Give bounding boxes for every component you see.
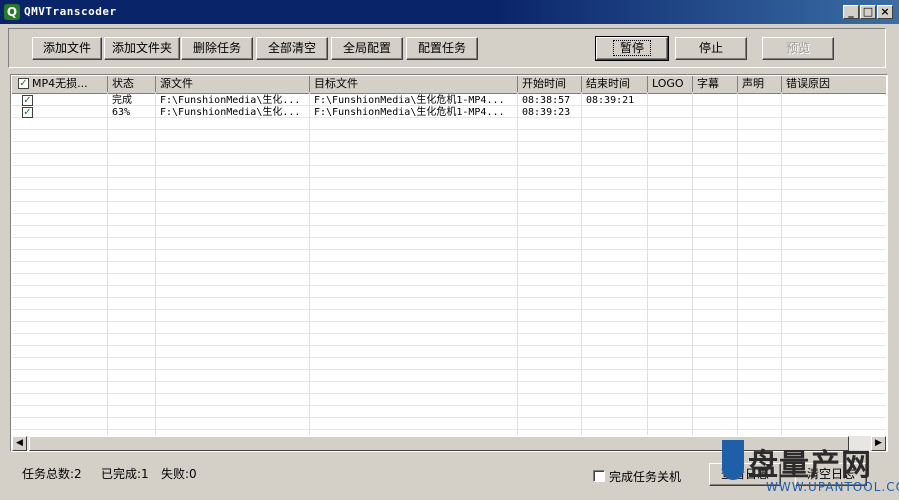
cell-end-time — [582, 106, 648, 119]
grid-row-line — [12, 357, 886, 358]
grid-row-line — [12, 273, 886, 274]
pause-button[interactable]: 暂停 — [595, 36, 669, 61]
watermark-text: 盘量产网 — [748, 448, 872, 483]
row-checkbox[interactable]: ✓ — [22, 107, 33, 118]
table-header: MP4无损... ✓ 状态 源文件 目标文件 开始时间 结束时间 LOGO 字幕… — [12, 76, 886, 94]
cell-start-time: 08:39:23 — [522, 107, 571, 118]
grid-row-line — [12, 129, 886, 130]
watermark-url: WWW.UPANTOOL.COM — [766, 480, 899, 494]
grid-column-line — [781, 93, 782, 435]
column-header-end-time[interactable]: 结束时间 — [582, 76, 648, 92]
grid-row-line — [12, 165, 886, 166]
title-bar: Q QMVTranscoder _ □ × — [0, 0, 899, 24]
watermark-logo-icon — [722, 440, 744, 480]
grid-row-line — [12, 297, 886, 298]
grid-row-line — [12, 201, 886, 202]
grid-column-line — [692, 93, 693, 435]
shutdown-label: 完成任务关机 — [609, 470, 682, 484]
column-header-start-time[interactable]: 开始时间 — [518, 76, 582, 92]
grid-row-line — [12, 405, 886, 406]
grid-row-line — [12, 261, 886, 262]
grid-row-line — [12, 321, 886, 322]
column-header-subtitle[interactable]: 字幕 — [693, 76, 738, 92]
grid-row-line — [12, 237, 886, 238]
grid-column-line — [107, 93, 108, 435]
grid-row-line — [12, 369, 886, 370]
watermark: 盘量产网 WWW.UPANTOOL.COM — [722, 440, 899, 498]
app-icon: Q — [4, 4, 20, 20]
cell-source: F:\FunshionMedia\生化... — [160, 107, 301, 118]
grid-row-line — [12, 381, 886, 382]
pause-label: 暂停 — [612, 40, 651, 56]
completed-tasks-text: 已完成:1 — [101, 467, 149, 481]
column-header-target[interactable]: 目标文件 — [310, 76, 518, 92]
grid-row-line — [12, 153, 886, 154]
grid-row-line — [12, 249, 886, 250]
grid-row-line — [12, 225, 886, 226]
column-header-status[interactable]: 状态 — [108, 76, 156, 92]
failed-tasks-text: 失败:0 — [161, 467, 197, 481]
column-header-logo[interactable]: LOGO — [648, 76, 693, 92]
grid-row-line — [12, 309, 886, 310]
close-button[interactable]: × — [877, 5, 893, 19]
maximize-button[interactable]: □ — [860, 5, 876, 19]
cell-status: 63% — [112, 107, 131, 118]
preview-button[interactable]: 预览 — [762, 37, 834, 60]
grid-row-line — [12, 393, 886, 394]
scroll-left-arrow-icon[interactable]: ◀ — [12, 436, 27, 451]
grid-row-line — [12, 285, 886, 286]
column-header-statement[interactable]: 声明 — [738, 76, 782, 92]
grid-column-line — [581, 93, 582, 435]
grid-column-line — [309, 93, 310, 435]
grid-row-line — [12, 429, 886, 430]
grid-row-line — [12, 141, 886, 142]
grid-row-line — [12, 177, 886, 178]
clear-all-button[interactable]: 全部清空 — [256, 37, 328, 60]
add-file-button[interactable]: 添加文件 — [32, 37, 102, 60]
column-header-error[interactable]: 错误原因 — [782, 76, 886, 92]
config-task-button[interactable]: 配置任务 — [406, 37, 478, 60]
select-all-checkbox[interactable]: ✓ — [18, 78, 29, 89]
grid-column-line — [647, 93, 648, 435]
grid-row-line — [12, 345, 886, 346]
delete-task-button[interactable]: 删除任务 — [181, 37, 253, 60]
grid-column-line — [155, 93, 156, 435]
grid-column-line — [737, 93, 738, 435]
grid-row-line — [12, 213, 886, 214]
total-tasks-text: 任务总数:2 — [22, 467, 82, 481]
global-config-button[interactable]: 全局配置 — [331, 37, 403, 60]
shutdown-checkbox[interactable] — [593, 470, 605, 482]
grid-row-line — [12, 417, 886, 418]
grid-row-line — [12, 333, 886, 334]
grid-column-line — [517, 93, 518, 435]
cell-target: F:\FunshionMedia\生化危机1-MP4... — [314, 107, 505, 118]
column-header-source[interactable]: 源文件 — [156, 76, 310, 92]
row-checkbox[interactable]: ✓ — [22, 95, 33, 106]
minimize-button[interactable]: _ — [843, 5, 859, 19]
task-table: MP4无损... ✓ 状态 源文件 目标文件 开始时间 结束时间 LOGO 字幕… — [10, 74, 888, 452]
grid-row-line — [12, 189, 886, 190]
window-title: QMVTranscoder — [24, 5, 117, 18]
stop-button[interactable]: 停止 — [675, 37, 747, 60]
add-folder-button[interactable]: 添加文件夹 — [104, 37, 180, 60]
